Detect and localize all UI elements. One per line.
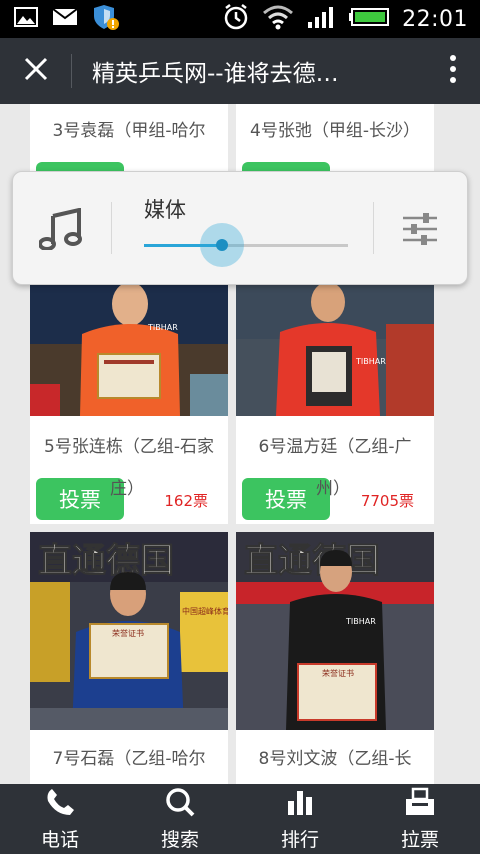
search-icon	[165, 787, 195, 821]
alarm-icon	[222, 3, 250, 35]
shield-warning-icon	[92, 3, 120, 35]
nav-label: 电话	[40, 828, 79, 851]
more-menu-button[interactable]	[426, 38, 480, 104]
candidate-card[interactable]: 直通德国 中国超峰体育 荣誉证书 7号石磊（乙组-哈尔	[30, 532, 228, 784]
music-note-icon	[38, 207, 83, 254]
nav-item-phone[interactable]: 电话	[0, 784, 120, 854]
banner-text: 直通德国	[244, 541, 380, 581]
candidate-photo[interactable]: 直通德国 荣誉证书 TIBHAR	[236, 532, 434, 730]
candidate-card[interactable]: TIBHAR 6号温方廷（乙组-广 投票 州） 7705票	[236, 284, 434, 524]
svg-text:TIBHAR: TIBHAR	[345, 617, 376, 626]
mail-icon	[52, 8, 78, 30]
volume-label: 媒体	[144, 198, 186, 222]
nav-label: 搜索	[160, 828, 199, 851]
clock-time: 22:01	[402, 6, 468, 32]
gallery-icon	[14, 7, 38, 31]
bottom-nav: 电话 搜索 排行 拉票	[0, 784, 480, 854]
nav-item-search[interactable]: 搜索	[120, 784, 240, 854]
certificate-text: 荣誉证书	[112, 628, 144, 638]
candidate-name-continued: 庄）	[110, 479, 144, 499]
equalizer-settings-icon[interactable]	[401, 210, 439, 252]
candidate-name: 5号张连栋（乙组-石家	[44, 437, 214, 457]
candidate-photo[interactable]: 直通德国 中国超峰体育 荣誉证书	[30, 532, 228, 730]
candidate-name: 7号石磊（乙组-哈尔	[52, 749, 206, 769]
more-vertical-icon	[449, 54, 457, 88]
divider	[111, 202, 112, 254]
phone-icon	[44, 787, 76, 821]
svg-text:荣誉证书: 荣誉证书	[322, 668, 354, 678]
candidate-photo[interactable]: TIBHAR	[236, 284, 434, 416]
ranking-icon	[285, 787, 315, 821]
candidate-card[interactable]: 直通德国 荣誉证书 TIBHAR 8号刘文波（乙组-长	[236, 532, 434, 784]
svg-text:中国超峰体育: 中国超峰体育	[182, 606, 228, 616]
shirt-logo: TIBHAR	[147, 323, 178, 332]
page-title: 精英乒乓网--谁将去德…	[92, 61, 339, 87]
ballot-box-icon	[404, 787, 436, 821]
vote-count: 162票	[164, 492, 208, 510]
nav-label: 拉票	[400, 828, 439, 851]
nav-item-ranking[interactable]: 排行	[240, 784, 360, 854]
signal-icon	[306, 5, 336, 33]
candidate-name: 4号张弛（甲组-长沙）	[250, 121, 420, 141]
volume-thumb-dot	[216, 239, 228, 251]
battery-icon	[348, 7, 390, 31]
candidate-name-continued: 州）	[316, 479, 350, 499]
close-button[interactable]	[0, 38, 72, 104]
divider	[373, 202, 374, 254]
nav-label: 排行	[280, 828, 319, 851]
nav-item-canvass[interactable]: 拉票	[360, 784, 480, 854]
wifi-icon	[262, 4, 294, 34]
candidate-name: 3号袁磊（甲组-哈尔	[52, 121, 206, 141]
svg-text:TIBHAR: TIBHAR	[355, 357, 386, 366]
volume-panel: 媒体	[12, 171, 468, 285]
candidate-photo[interactable]: TIBHAR	[30, 284, 228, 416]
close-icon	[23, 56, 49, 86]
candidate-card[interactable]: TIBHAR 5号张连栋（乙组-石家 投票 庄） 162票	[30, 284, 228, 524]
banner-text: 直通德国	[38, 541, 174, 581]
title-bar: 精英乒乓网--谁将去德…	[0, 38, 480, 104]
candidate-name: 8号刘文波（乙组-长	[258, 749, 412, 769]
vote-count: 7705票	[360, 492, 414, 510]
status-bar: 22:01	[0, 0, 480, 38]
volume-slider-thumb[interactable]	[200, 223, 244, 267]
candidate-name: 6号温方廷（乙组-广	[258, 437, 412, 457]
